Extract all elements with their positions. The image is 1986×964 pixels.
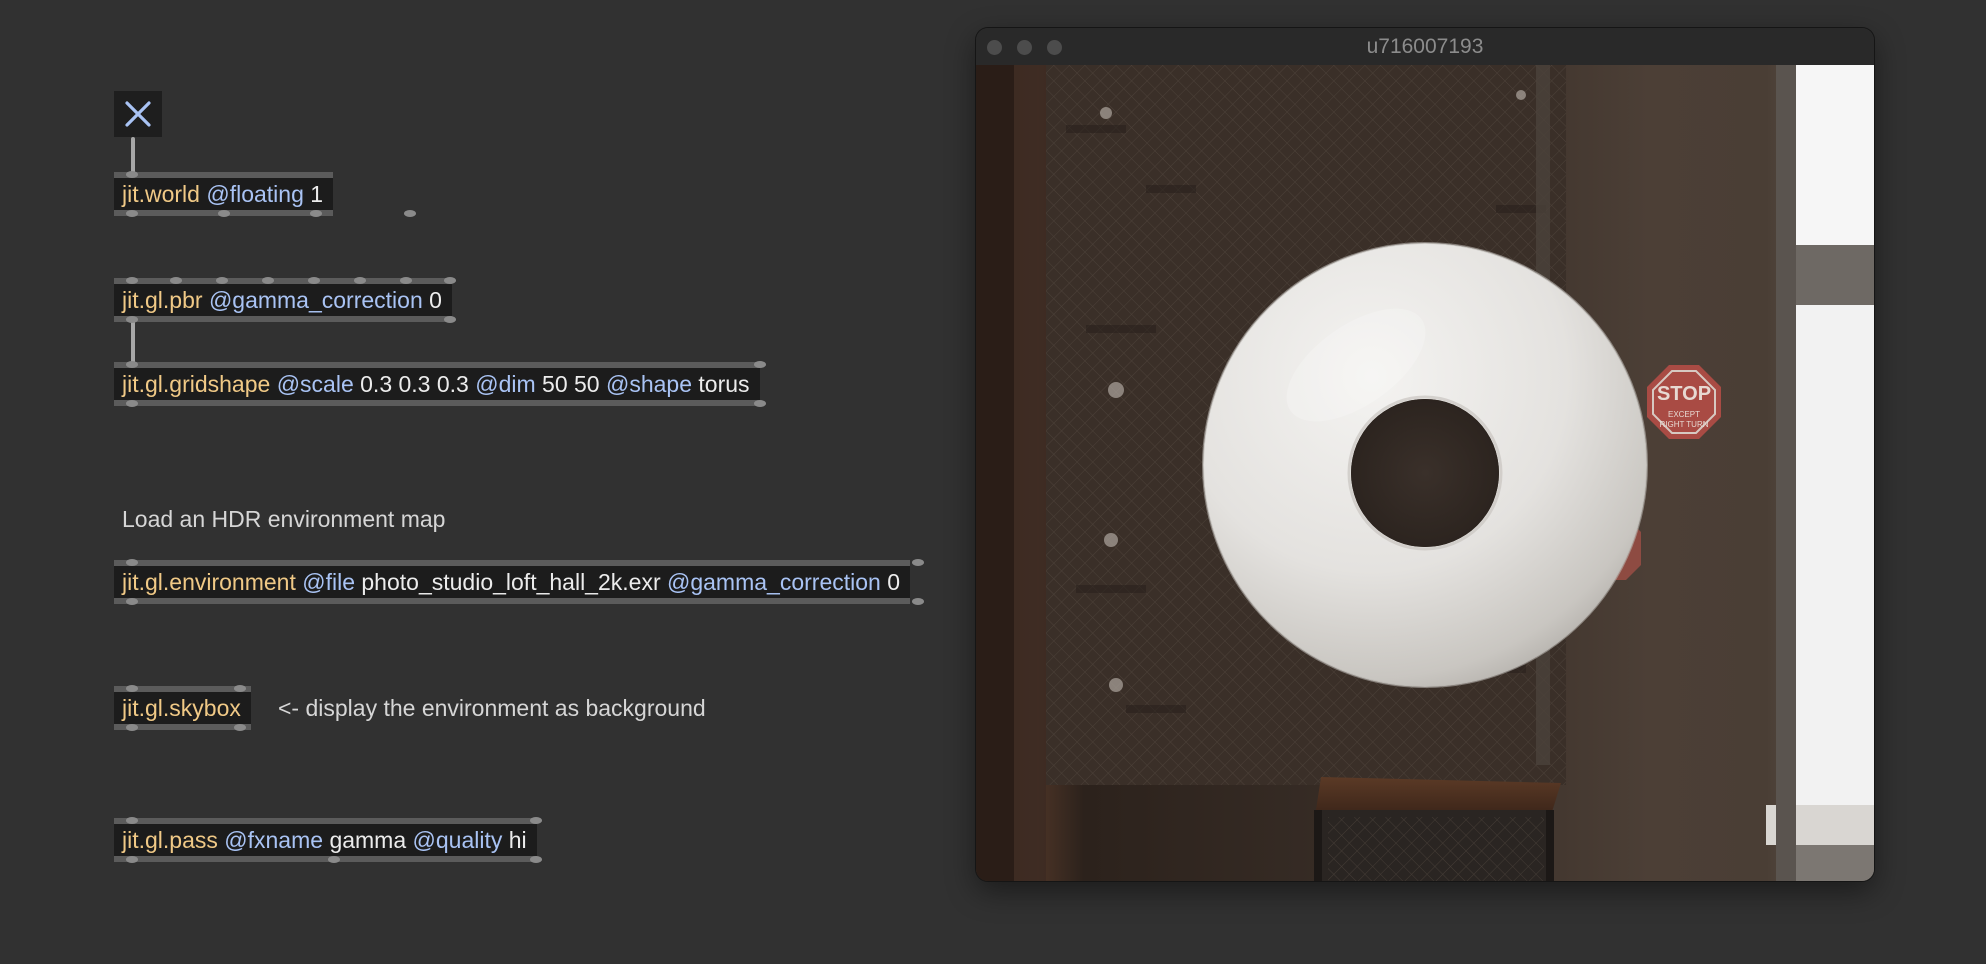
attribute-name: @file bbox=[302, 569, 355, 595]
object-class-label: jit.gl.gridshape bbox=[122, 371, 271, 397]
stop-sign-text: STOP bbox=[1657, 383, 1711, 405]
comment-hdr-environment: Load an HDR environment map bbox=[122, 506, 446, 532]
attribute-name: @dim bbox=[475, 371, 536, 397]
attribute-value: photo_studio_loft_hall_2k.exr bbox=[361, 569, 661, 595]
close-x-icon bbox=[125, 101, 151, 127]
attribute-value: torus bbox=[698, 371, 750, 397]
object-jit-gl-pbr[interactable]: jit.gl.pbr @gamma_correction 0 bbox=[114, 277, 456, 323]
torus-mesh bbox=[1202, 242, 1648, 688]
attribute-name: @fxname bbox=[224, 827, 324, 853]
object-class-label: jit.gl.pbr bbox=[122, 287, 203, 313]
window-title: u716007193 bbox=[1366, 35, 1484, 58]
stop-sign: STOP EXCEPT RIGHT TURN bbox=[1647, 365, 1721, 439]
gl-viewport[interactable]: STOP EXCEPT RIGHT TURN bbox=[976, 65, 1874, 881]
attribute-value: 0 bbox=[429, 287, 442, 313]
attribute-value: 1 bbox=[310, 181, 324, 207]
comment-skybox: <- display the environment as background bbox=[278, 695, 706, 721]
patch-cord-pbr-gridshape[interactable] bbox=[131, 320, 135, 367]
object-jit-gl-pass[interactable]: jit.gl.pass @fxname gamma @quality hi bbox=[114, 817, 542, 863]
render-window[interactable]: u716007193 STOP EXCEPT RIGHT TURN bbox=[976, 28, 1874, 881]
object-class-label: jit.gl.pass bbox=[122, 827, 218, 853]
object-class-label: jit.world bbox=[122, 181, 200, 207]
window-titlebar[interactable]: u716007193 bbox=[976, 28, 1874, 66]
attribute-value: 0.3 0.3 0.3 bbox=[360, 371, 469, 397]
svg-text:RIGHT TURN: RIGHT TURN bbox=[1659, 420, 1708, 429]
attribute-name: @floating bbox=[206, 181, 304, 207]
patcher-canvas[interactable]: jit.world @floating 1 jit.gl.pbr @gamma_… bbox=[0, 0, 960, 964]
object-class-label: jit.gl.environment bbox=[122, 569, 296, 595]
object-jit-gl-gridshape[interactable]: jit.gl.gridshape @scale 0.3 0.3 0.3 @dim… bbox=[114, 361, 766, 407]
object-jit-world[interactable]: jit.world @floating 1 bbox=[114, 171, 416, 217]
attribute-name: @quality bbox=[412, 827, 503, 853]
attribute-value: 0 bbox=[887, 569, 901, 595]
attribute-name: @scale bbox=[276, 371, 354, 397]
object-jit-gl-environment[interactable]: jit.gl.environment @file photo_studio_lo… bbox=[114, 559, 924, 605]
attribute-name: @gamma_correction bbox=[667, 569, 881, 595]
object-class-label: jit.gl.skybox bbox=[122, 695, 241, 721]
attribute-name: @shape bbox=[606, 371, 693, 397]
attribute-value: 50 50 bbox=[542, 371, 600, 397]
attribute-name: @gamma_correction bbox=[208, 287, 423, 313]
rendered-scene: STOP EXCEPT RIGHT TURN bbox=[976, 65, 1874, 881]
attribute-value: hi bbox=[508, 827, 527, 853]
toggle-button[interactable] bbox=[114, 91, 162, 137]
attribute-value: gamma bbox=[329, 827, 407, 853]
cabinet bbox=[1314, 777, 1561, 881]
object-jit-gl-skybox[interactable]: jit.gl.skybox bbox=[114, 685, 251, 731]
svg-text:EXCEPT: EXCEPT bbox=[1668, 410, 1700, 419]
